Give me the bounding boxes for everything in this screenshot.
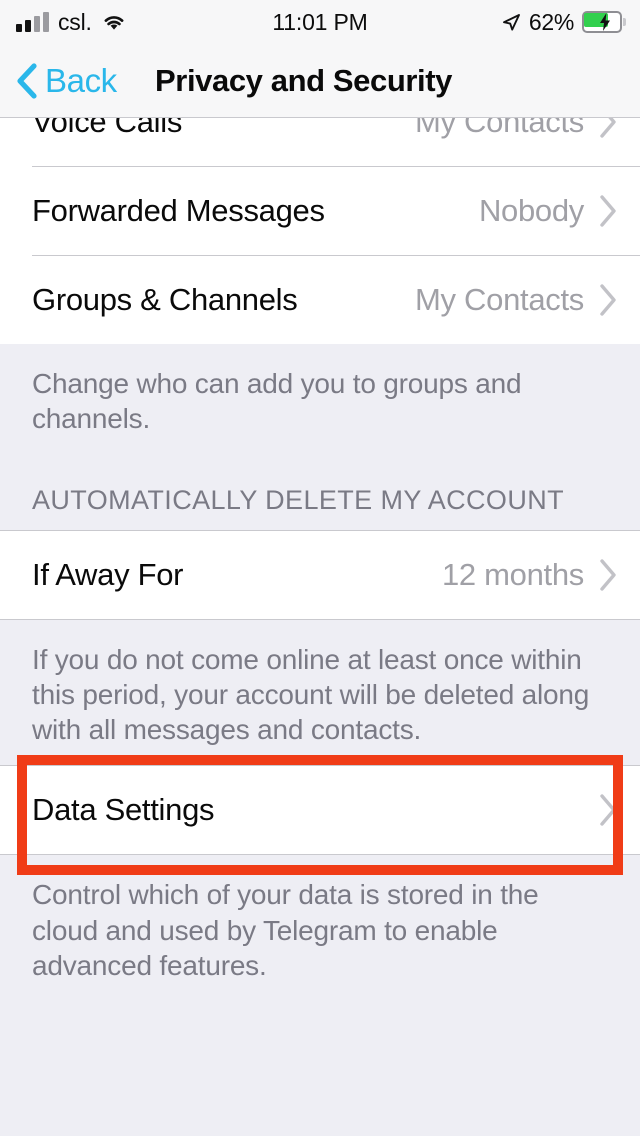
data-settings-footer-text: Control which of your data is stored in …	[0, 855, 640, 1002]
data-settings-group: Data Settings	[0, 755, 640, 876]
privacy-group: Voice Calls My Contacts Forwarded Messag…	[0, 118, 640, 344]
page-title: Privacy and Security	[155, 62, 452, 98]
status-bar-right: 62%	[501, 0, 626, 44]
chevron-right-icon	[598, 194, 618, 228]
auto-delete-group: If Away For 12 months	[0, 529, 640, 620]
groups-footer-text: Change who can add you to groups and cha…	[0, 344, 640, 455]
navigation-bar: Back Privacy and Security	[0, 44, 640, 118]
clock-label: 11:01 PM	[272, 8, 368, 35]
row-forwarded-messages[interactable]: Forwarded Messages Nobody	[0, 167, 640, 255]
chevron-right-icon	[598, 118, 618, 139]
row-title: Voice Calls	[32, 118, 183, 139]
status-bar-left: csl.	[16, 0, 127, 44]
wifi-icon	[101, 12, 127, 32]
row-value: 12 months	[441, 556, 584, 592]
row-value: My Contacts	[415, 282, 584, 317]
phone-screen: csl. 11:01 PM 62% Back Privacy and Secur…	[0, 0, 640, 1136]
row-if-away-for[interactable]: If Away For 12 months	[0, 530, 640, 619]
battery-percent-label: 62%	[528, 8, 574, 35]
battery-charging-icon	[582, 11, 626, 33]
row-value: Nobody	[478, 193, 584, 228]
chevron-right-icon	[598, 283, 618, 317]
back-button-label: Back	[45, 61, 117, 99]
row-data-settings[interactable]: Data Settings	[0, 766, 640, 855]
row-title: Data Settings	[32, 792, 215, 828]
location-arrow-icon	[501, 12, 521, 32]
status-bar: csl. 11:01 PM 62%	[0, 0, 640, 44]
row-voice-calls[interactable]: Voice Calls My Contacts	[0, 118, 640, 166]
row-title: Groups & Channels	[32, 282, 298, 317]
carrier-label: csl.	[58, 8, 92, 35]
chevron-right-icon	[598, 793, 618, 827]
back-button[interactable]: Back	[16, 62, 117, 100]
settings-scroll-view[interactable]: Voice Calls My Contacts Forwarded Messag…	[0, 118, 640, 1136]
row-title: Forwarded Messages	[32, 193, 325, 228]
row-groups-channels[interactable]: Groups & Channels My Contacts	[0, 256, 640, 344]
voice-calls-row-clipped: Voice Calls My Contacts	[0, 118, 640, 166]
bottom-spacer	[0, 1001, 640, 1122]
chevron-left-icon	[16, 62, 38, 99]
section-header-auto-delete: AUTOMATICALLY DELETE MY ACCOUNT	[0, 454, 640, 530]
chevron-right-icon	[598, 558, 618, 592]
separator	[0, 854, 640, 856]
auto-delete-footer-text: If you do not come online at least once …	[0, 619, 640, 766]
row-title: If Away For	[32, 556, 184, 592]
row-value: My Contacts	[415, 118, 584, 139]
signal-bars-icon	[16, 12, 49, 32]
